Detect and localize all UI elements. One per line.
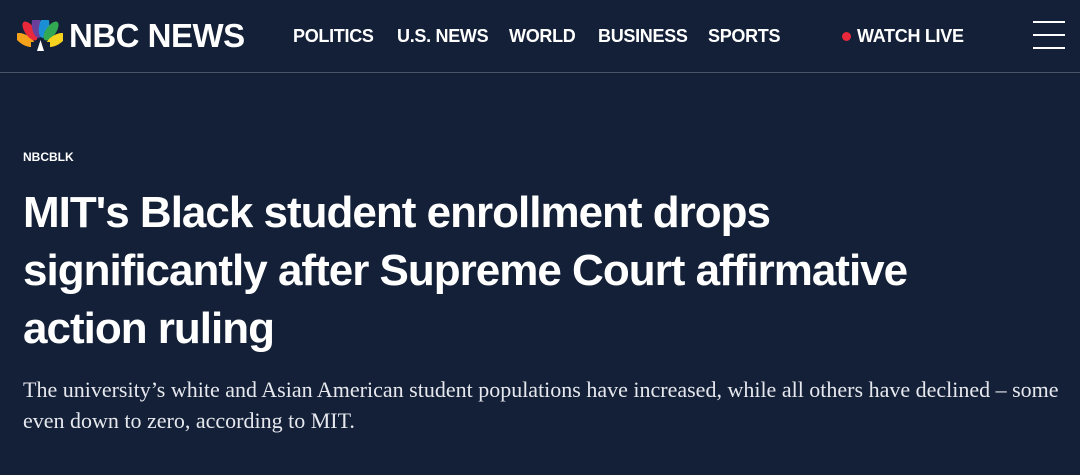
- nav-sports[interactable]: SPORTS: [708, 24, 781, 48]
- article-dek: The university’s white and Asian America…: [23, 377, 1059, 433]
- menu-line: [1033, 34, 1065, 36]
- live-dot-icon: [842, 31, 851, 41]
- menu-line: [1033, 47, 1065, 49]
- watch-live-label: WATCH LIVE: [857, 25, 964, 46]
- menu-line: [1033, 21, 1065, 23]
- nbc-news-logo[interactable]: NBC NEWS: [17, 16, 245, 56]
- nav-us-news[interactable]: U.S. NEWS: [397, 24, 489, 48]
- section-eyebrow[interactable]: NBCBLK: [23, 149, 74, 165]
- logo-text: NBC NEWS: [69, 17, 245, 54]
- nav-world[interactable]: WORLD: [509, 24, 576, 48]
- nav-politics[interactable]: POLITICS: [293, 24, 374, 48]
- hamburger-menu-icon[interactable]: [1033, 19, 1065, 51]
- article-headline: MIT's Black student enrollment drops sig…: [23, 188, 908, 353]
- watch-live-link[interactable]: WATCH LIVE: [842, 24, 964, 48]
- site-header: NBC NEWS POLITICS U.S. NEWS WORLD BUSINE…: [0, 0, 1080, 73]
- peacock-icon: [17, 20, 63, 52]
- nav-business[interactable]: BUSINESS: [598, 24, 688, 48]
